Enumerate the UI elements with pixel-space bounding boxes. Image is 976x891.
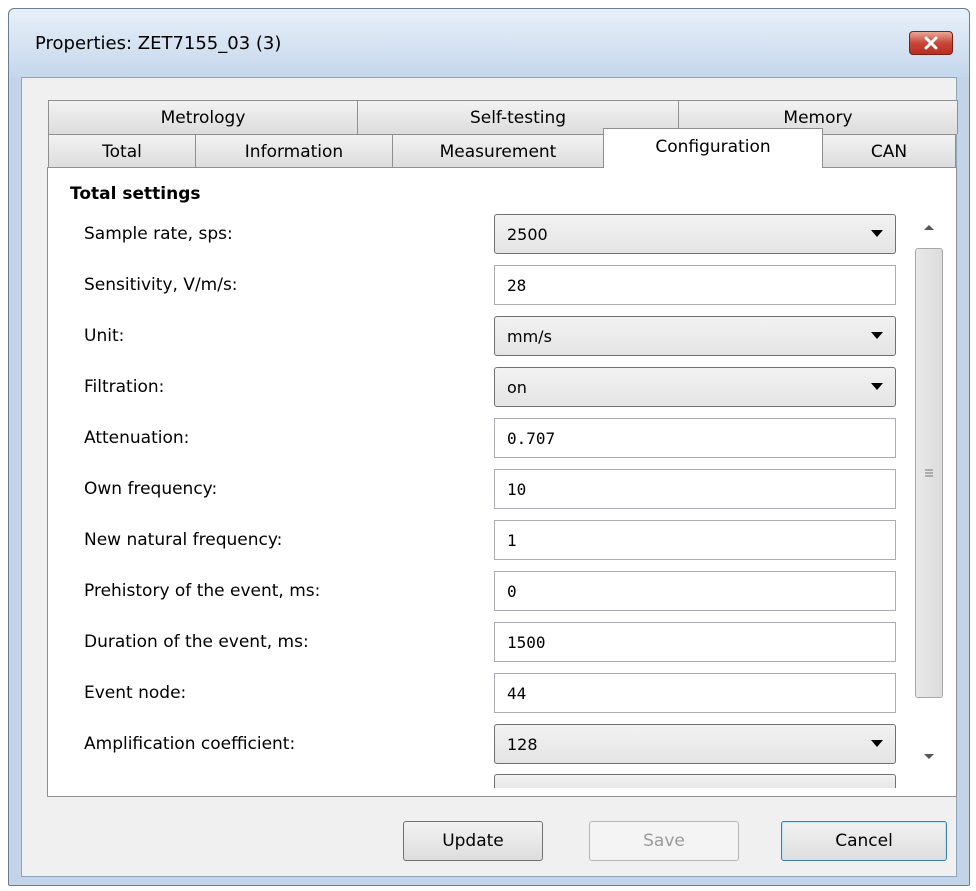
event-node-input[interactable]: 44 bbox=[494, 673, 896, 713]
filtration-value: on bbox=[507, 377, 527, 397]
event-node-value: 44 bbox=[507, 683, 527, 703]
scroll-down-button[interactable] bbox=[914, 742, 944, 772]
tab-label: Information bbox=[244, 141, 344, 162]
attenuation-label: Attenuation: bbox=[84, 428, 190, 448]
tab-information[interactable]: Information bbox=[195, 134, 393, 168]
event-node-label: Event node: bbox=[84, 683, 187, 703]
prehistory-label: Prehistory of the event, ms: bbox=[84, 581, 321, 601]
tab-label: Measurement bbox=[439, 141, 557, 162]
sample-rate-select[interactable]: 2500 bbox=[494, 214, 896, 254]
cancel-button[interactable]: Cancel bbox=[781, 821, 947, 861]
duration-value: 1500 bbox=[507, 632, 546, 652]
attenuation-input[interactable]: 0.707 bbox=[494, 418, 896, 458]
chevron-down-icon bbox=[871, 230, 883, 237]
sensitivity-input[interactable]: 28 bbox=[494, 265, 896, 305]
scroll-up-button[interactable] bbox=[914, 212, 944, 242]
own-frequency-value: 10 bbox=[507, 479, 527, 499]
tab-label: CAN bbox=[870, 141, 908, 162]
tab-metrology[interactable]: Metrology bbox=[48, 100, 358, 134]
arrow-up-icon bbox=[924, 225, 934, 230]
grip-icon bbox=[925, 469, 933, 477]
title-bar[interactable]: Properties: ZET7155_03 (3) bbox=[9, 9, 969, 77]
window-title: Properties: ZET7155_03 (3) bbox=[35, 33, 282, 54]
section-title: Total settings bbox=[70, 184, 201, 204]
close-icon bbox=[924, 36, 938, 50]
tab-label: Total bbox=[102, 141, 142, 162]
sensitivity-value: 28 bbox=[507, 275, 527, 295]
sensitivity-label: Sensitivity, V/m/s: bbox=[84, 275, 238, 295]
next-setting-select-partial[interactable] bbox=[494, 774, 896, 788]
own-frequency-label: Own frequency: bbox=[84, 479, 218, 499]
amplification-select[interactable]: 128 bbox=[494, 724, 896, 764]
tab-total[interactable]: Total bbox=[48, 134, 196, 168]
own-frequency-input[interactable]: 10 bbox=[494, 469, 896, 509]
chevron-down-icon bbox=[871, 740, 883, 747]
vertical-scrollbar[interactable] bbox=[914, 212, 944, 772]
save-label: Save bbox=[643, 831, 685, 851]
tab-label: Self-testing bbox=[469, 107, 567, 128]
scroll-thumb[interactable] bbox=[915, 248, 943, 698]
tab-label: Configuration bbox=[655, 137, 771, 157]
close-button[interactable] bbox=[909, 31, 953, 55]
cancel-label: Cancel bbox=[835, 831, 893, 851]
sample-rate-value: 2500 bbox=[507, 224, 548, 244]
attenuation-value: 0.707 bbox=[507, 428, 556, 448]
tab-can[interactable]: CAN bbox=[822, 134, 956, 168]
tab-row-bottom: Total Information Measurement Configurat… bbox=[48, 128, 956, 168]
tab-label: Memory bbox=[783, 107, 853, 128]
update-button[interactable]: Update bbox=[403, 821, 543, 861]
properties-window: Properties: ZET7155_03 (3) Metrology Sel… bbox=[8, 8, 970, 886]
sample-rate-label: Sample rate, sps: bbox=[84, 224, 233, 244]
amplification-value: 128 bbox=[507, 734, 538, 754]
new-natural-frequency-input[interactable]: 1 bbox=[494, 520, 896, 560]
chevron-down-icon bbox=[871, 332, 883, 339]
unit-value: mm/s bbox=[507, 326, 552, 346]
update-label: Update bbox=[442, 831, 504, 851]
amplification-label: Amplification coefficient: bbox=[84, 734, 296, 754]
arrow-down-icon bbox=[924, 754, 934, 759]
chevron-down-icon bbox=[871, 383, 883, 390]
new-natural-frequency-value: 1 bbox=[507, 530, 517, 550]
tab-label: Metrology bbox=[160, 107, 246, 128]
unit-label: Unit: bbox=[84, 326, 125, 346]
duration-label: Duration of the event, ms: bbox=[84, 632, 309, 652]
prehistory-value: 0 bbox=[507, 581, 517, 601]
new-natural-frequency-label: New natural frequency: bbox=[84, 530, 283, 550]
prehistory-input[interactable]: 0 bbox=[494, 571, 896, 611]
tab-measurement[interactable]: Measurement bbox=[392, 134, 604, 168]
duration-input[interactable]: 1500 bbox=[494, 622, 896, 662]
filtration-select[interactable]: on bbox=[494, 367, 896, 407]
configuration-panel: Total settings Sample rate, sps: 2500 Se… bbox=[47, 167, 957, 797]
save-button[interactable]: Save bbox=[589, 821, 739, 861]
tab-configuration[interactable]: Configuration bbox=[603, 128, 823, 168]
unit-select[interactable]: mm/s bbox=[494, 316, 896, 356]
filtration-label: Filtration: bbox=[84, 377, 165, 397]
